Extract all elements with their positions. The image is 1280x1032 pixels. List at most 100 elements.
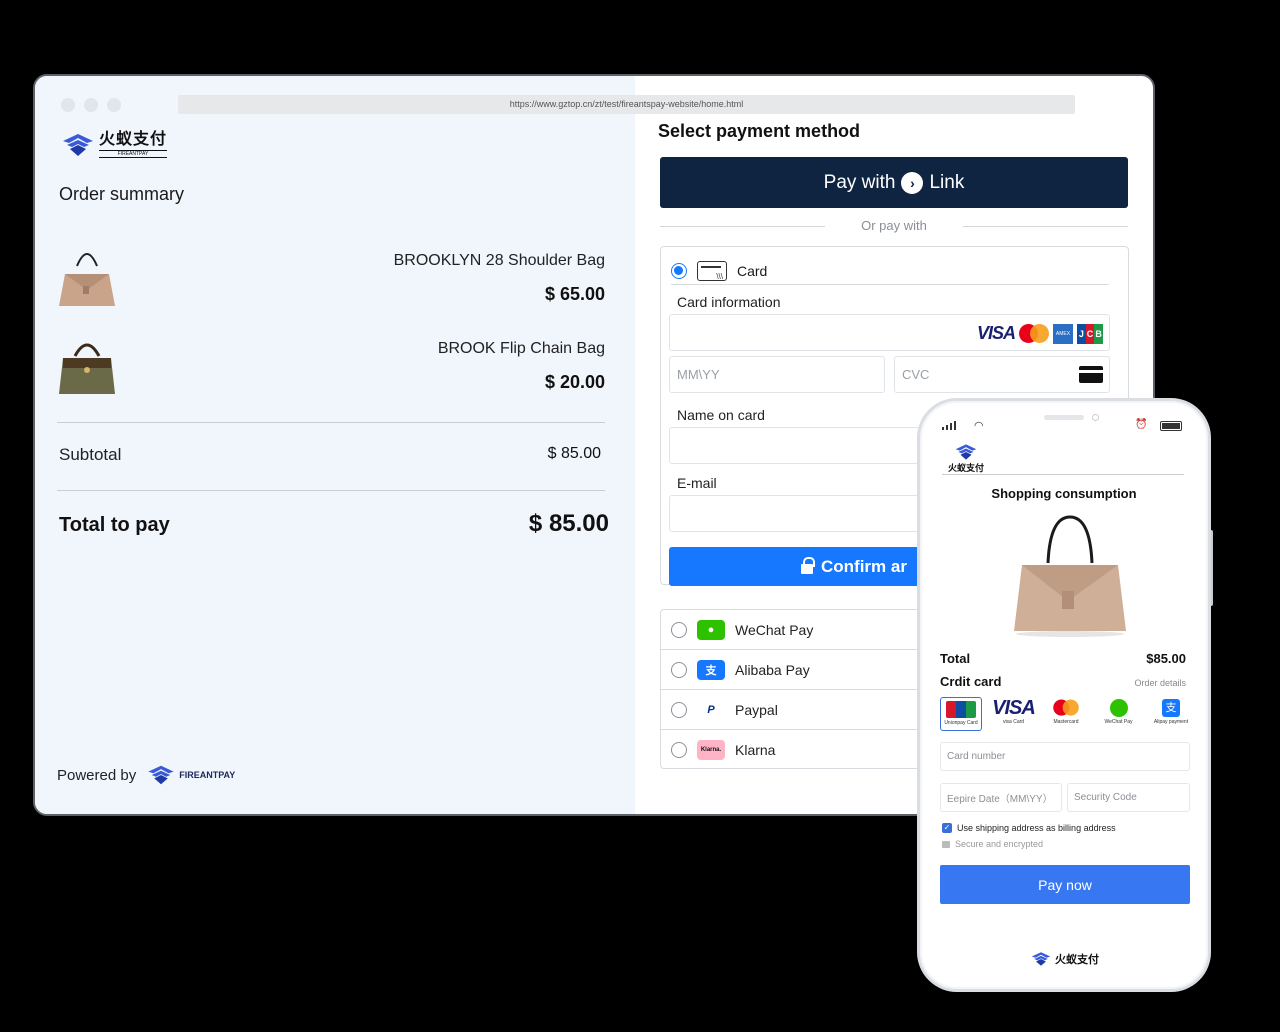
fireantpay-logo-icon [1031, 952, 1051, 966]
item-price: $ 20.00 [544, 372, 605, 392]
order-summary-title: Order summary [59, 184, 185, 204]
security-code-placeholder: Security Code [1074, 792, 1137, 803]
card-number-placeholder: Card number [947, 751, 1006, 762]
phone-total-value: $85.00 [1146, 651, 1186, 666]
card-option-label: Unionpay Card [944, 720, 978, 726]
window-close-button[interactable] [61, 98, 75, 112]
fireantpay-logo-icon [63, 134, 93, 156]
mastercard-icon [1019, 323, 1049, 344]
alipay-icon: 支 [697, 659, 725, 680]
credit-card-label: Crdit card [940, 674, 1002, 689]
paypal-radio[interactable] [671, 701, 687, 718]
phone-footer-logo: 火蚁支付 [1030, 951, 1099, 967]
visa-icon: VISA [992, 696, 1036, 719]
visa-card-option[interactable]: VISA visa Card [992, 696, 1036, 731]
cvc-card-icon [1079, 366, 1103, 383]
amex-icon: AMEX [1053, 323, 1073, 344]
mastercard-icon [1051, 697, 1081, 719]
total-value: $ 85.00 [528, 510, 609, 537]
subtotal-label: Subtotal [59, 445, 122, 464]
alipay-icon: 支 [1162, 697, 1180, 719]
powered-by-logo[interactable]: FIREANTPAY [146, 764, 235, 786]
fireantpay-logo-icon [955, 444, 977, 460]
wechat-icon: ● [697, 619, 725, 640]
fireantpay-logo-icon [148, 765, 174, 785]
mastercard-option[interactable]: Mastercard [1045, 697, 1087, 731]
card-option[interactable]: Card [671, 259, 1109, 285]
product-bag-image [1014, 515, 1126, 637]
cvc-placeholder: CVC [902, 367, 930, 382]
wifi-icon: ◠ [974, 420, 984, 432]
card-option-label: Card [737, 262, 768, 279]
card-option-label: WeChat Pay [1104, 719, 1133, 725]
phone-card-number-field[interactable]: Card number [940, 742, 1190, 771]
visa-icon: VISA [976, 323, 1016, 343]
phone-camera [1092, 414, 1099, 421]
checkmark-icon[interactable]: ✓ [942, 823, 952, 833]
credit-card-icon [697, 260, 727, 281]
divider [57, 490, 605, 491]
order-item: BROOK Flip Chain Bag $ 20.00 [55, 328, 605, 398]
arrow-right-icon: › [901, 171, 924, 194]
alarm-icon: ⏰ [1135, 419, 1148, 430]
phone-brand-logo: 火蚁支付 [948, 443, 984, 474]
brand-name-cn: 火蚁支付 [948, 463, 985, 473]
window-maximize-button[interactable] [107, 98, 121, 112]
divider [57, 422, 605, 423]
card-brands: VISA AMEX JCB [976, 323, 1104, 344]
wechat-radio[interactable] [671, 621, 687, 638]
billing-checkbox-label: Use shipping address as billing address [957, 823, 1116, 833]
phone-mockup: ◠ ⏰ 火蚁支付 Shopping consumption Total $85.… [917, 398, 1211, 992]
footer-brand-name: 火蚁支付 [1055, 954, 1099, 966]
alipay-option[interactable]: 支 Alipay payment [1150, 697, 1192, 731]
expiry-field[interactable]: MM\YY [669, 356, 885, 393]
divider [942, 474, 1184, 475]
secure-notice: Secure and encrypted [942, 839, 1043, 849]
item-name: BROOK Flip Chain Bag [437, 340, 605, 357]
name-on-card-label: Name on card [677, 407, 765, 423]
powered-by: Powered by FIREANTPAY [57, 764, 235, 786]
card-option-label: Alipay payment [1153, 719, 1189, 725]
billing-address-checkbox[interactable]: ✓ Use shipping address as billing addres… [942, 823, 1116, 833]
alipay-radio[interactable] [671, 661, 687, 678]
phone-security-code-field[interactable]: Security Code [1067, 783, 1190, 812]
subtotal-value: $ 85.00 [547, 445, 601, 462]
cvc-field[interactable]: CVC [894, 356, 1110, 393]
payment-option-label: WeChat Pay [735, 621, 814, 638]
fireantpay-logo: 火蚁支付 FIREANTPAY [61, 131, 168, 158]
wechat-icon [1109, 697, 1128, 719]
pay-with-link-button[interactable]: Pay with › Link [660, 157, 1128, 208]
total-label: Total to pay [59, 514, 170, 536]
battery-icon [1160, 421, 1182, 431]
brand-name-cn: 火蚁支付 [99, 131, 168, 148]
url-bar[interactable]: https://www.gztop.cn/zt/test/fireantspay… [178, 95, 1075, 114]
unionpay-card-option[interactable]: Unionpay Card [940, 697, 982, 731]
payment-option-label: Paypal [735, 701, 778, 718]
expiry-placeholder: MM\YY [677, 367, 720, 382]
card-radio[interactable] [671, 262, 687, 279]
phone-total-label: Total [940, 651, 971, 666]
wechat-pay-option[interactable]: WeChat Pay [1098, 697, 1140, 731]
item-price: $ 65.00 [544, 284, 605, 304]
confirm-label: Confirm ar [821, 556, 907, 576]
klarna-radio[interactable] [671, 742, 687, 758]
order-item: BROOKLYN 28 Shoulder Bag $ 65.00 [55, 240, 605, 310]
phone-title: Shopping consumption [991, 486, 1137, 501]
card-number-field[interactable]: VISA AMEX JCB [669, 314, 1110, 351]
jcb-icon: JCB [1077, 323, 1104, 344]
phone-speaker [1044, 415, 1084, 420]
powered-by-label: Powered by [57, 766, 137, 784]
pay-now-button[interactable]: Pay now [940, 865, 1190, 904]
paypal-icon: P [697, 699, 725, 720]
payment-method-title: Select payment method [658, 121, 861, 141]
lock-icon [942, 840, 950, 848]
lock-icon [801, 557, 815, 574]
window-minimize-button[interactable] [84, 98, 98, 112]
card-option-label: Mastercard [1053, 719, 1079, 725]
phone-expiry-field[interactable]: Eepire Date（MM\YY） [940, 783, 1062, 812]
klarna-icon: Klarna. [697, 740, 725, 760]
order-details-link[interactable]: Order details [1134, 678, 1186, 688]
card-option-label: visa Card [1002, 719, 1025, 725]
or-pay-with-divider: Or pay with [660, 218, 1128, 234]
brand-name-en: FIREANTPAY [99, 150, 168, 158]
